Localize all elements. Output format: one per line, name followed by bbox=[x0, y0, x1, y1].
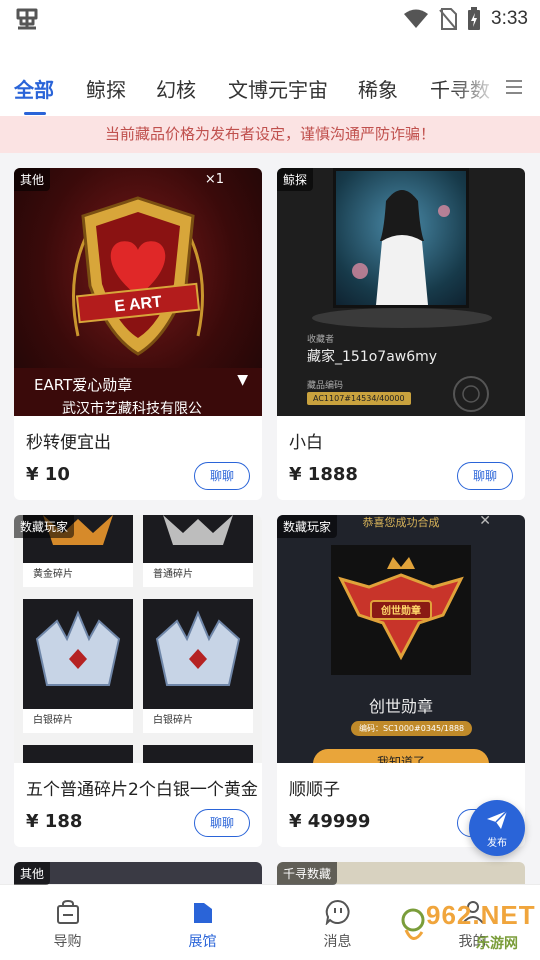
fragment-caption: 白银碎片 bbox=[23, 709, 133, 733]
listing-image[interactable]: 鲸探 收藏者 藏家_151o7aw6my 藏品编码 AC1107#14534/4… bbox=[277, 168, 525, 416]
listing-title: 小白 bbox=[289, 433, 323, 453]
menu-icon[interactable] bbox=[506, 80, 522, 94]
svg-text:创世勋章: 创世勋章 bbox=[380, 604, 421, 617]
battery-charging-icon bbox=[468, 7, 481, 30]
fraud-warning-banner: 当前藏品价格为发布者设定，谨慎沟通严防诈骗！ bbox=[0, 116, 540, 153]
medal-code: 编码：SC1000#0345/1888 bbox=[351, 721, 473, 736]
tab-wenbo[interactable]: 文博元宇宙 bbox=[228, 74, 328, 103]
listing-card[interactable]: 其他 ×1 E ART EART爱心勋章 ▼ 武汉市艺藏科技有限公 秒转便宜出 … bbox=[14, 168, 262, 500]
nav-gallery[interactable]: 展馆 bbox=[135, 885, 270, 960]
platform-badge: 鲸探 bbox=[277, 168, 314, 191]
medal-wings-icon: 创世勋章 bbox=[338, 557, 464, 661]
fragment-silver bbox=[23, 599, 133, 709]
gallery-icon bbox=[194, 903, 212, 923]
heart-shield-icon: E ART bbox=[72, 196, 204, 356]
chat-button[interactable]: 聊聊 bbox=[194, 462, 250, 490]
clock: 3:33 bbox=[491, 8, 528, 29]
watermark-text: 962.NET bbox=[426, 900, 536, 930]
watermark-subtext: 乐游网 bbox=[476, 936, 518, 952]
listing-image[interactable]: 数藏玩家 恭喜您成功合成 ✕ 创世勋章 创世勋章 编码：SC1000#0345/… bbox=[277, 515, 525, 763]
platform-badge: 其他 bbox=[14, 862, 51, 885]
active-tab-indicator bbox=[24, 112, 46, 115]
platform-badge: 千寻数藏 bbox=[277, 862, 338, 885]
no-sim-icon bbox=[439, 8, 458, 30]
listing-price: ¥ 10 bbox=[26, 464, 70, 485]
fragment-partial bbox=[143, 745, 253, 763]
publish-button[interactable]: 发布 bbox=[469, 800, 525, 856]
figure-art-icon bbox=[352, 190, 450, 305]
listing-card[interactable]: 鲸探 收藏者 藏家_151o7aw6my 藏品编码 AC1107#14534/4… bbox=[277, 168, 525, 500]
tab-xixiang[interactable]: 稀象 bbox=[358, 74, 398, 103]
acknowledge-button: 我知道了 bbox=[313, 749, 489, 763]
fragment-caption: 黄金碎片 bbox=[23, 563, 133, 587]
category-tabs: 全部 鲸探 幻核 文博元宇宙 稀象 千寻数 bbox=[0, 38, 540, 116]
message-icon bbox=[325, 899, 350, 925]
nav-label: 消息 bbox=[323, 934, 352, 950]
publish-label: 发布 bbox=[487, 838, 507, 849]
nav-label: 导购 bbox=[53, 934, 82, 950]
nav-messages[interactable]: 消息 bbox=[270, 885, 405, 960]
fragment-partial bbox=[23, 745, 133, 763]
listing-title: 顺顺子 bbox=[289, 780, 340, 800]
artwork-frame bbox=[333, 168, 469, 308]
badge-issuer: 武汉市艺藏科技有限公 bbox=[62, 401, 202, 416]
nav-guide[interactable]: 导购 bbox=[0, 885, 135, 960]
platform-badge: 数藏玩家 bbox=[277, 515, 338, 538]
listing-price: ¥ 49999 bbox=[289, 811, 371, 832]
platform-badge: 其他 bbox=[14, 168, 51, 191]
display-pedestal bbox=[312, 308, 492, 328]
common-fragment-icon bbox=[163, 515, 233, 545]
send-icon bbox=[487, 810, 508, 829]
listing-image[interactable]: 数藏玩家 黄金碎片 普通碎片 白银碎片 白银碎片 bbox=[14, 515, 262, 763]
listing-card[interactable]: 数藏玩家 黄金碎片 普通碎片 白银碎片 白银碎片 五个普通碎片2个白银一个黄金 … bbox=[14, 515, 262, 847]
tab-huanhe[interactable]: 幻核 bbox=[156, 74, 196, 103]
listing-price: ¥ 1888 bbox=[289, 464, 358, 485]
listing-title: 秒转便宜出 bbox=[26, 433, 111, 453]
quantity-label: ×1 bbox=[204, 172, 224, 187]
platform-badge: 数藏玩家 bbox=[14, 515, 75, 538]
seal-icon bbox=[453, 376, 489, 412]
collection-code: AC1107#14534/40000 bbox=[307, 392, 411, 405]
wifi-icon bbox=[404, 9, 429, 28]
silver-fragment-icon bbox=[35, 610, 121, 686]
site-watermark: 962.NET 乐游网 bbox=[400, 900, 540, 956]
chat-button[interactable]: 聊聊 bbox=[457, 462, 513, 490]
fragment-caption: 白银碎片 bbox=[143, 709, 253, 733]
chat-button[interactable]: 聊聊 bbox=[194, 809, 250, 837]
tab-fade bbox=[450, 68, 500, 108]
fragment-caption: 普通碎片 bbox=[143, 563, 253, 587]
listing-card[interactable]: 数藏玩家 恭喜您成功合成 ✕ 创世勋章 创世勋章 编码：SC1000#0345/… bbox=[277, 515, 525, 847]
owner-label: 收藏者 bbox=[307, 335, 335, 345]
status-bar: 3:33 bbox=[0, 0, 540, 38]
badge-title: EART爱心勋章 bbox=[34, 376, 133, 394]
bag-icon bbox=[57, 899, 79, 924]
nav-label: 展馆 bbox=[188, 934, 217, 950]
fragment-silver bbox=[143, 599, 253, 709]
fragment-common bbox=[143, 515, 253, 565]
watermark-logo-icon bbox=[401, 908, 425, 940]
silver-fragment-icon bbox=[155, 610, 241, 686]
bug-icon bbox=[16, 8, 38, 30]
medal-panel: 创世勋章 bbox=[331, 545, 471, 675]
code-label: 藏品编码 bbox=[307, 381, 344, 391]
caret-down-icon: ▼ bbox=[237, 372, 248, 388]
badge-caption: EART爱心勋章 ▼ 武汉市艺藏科技有限公 bbox=[14, 368, 262, 416]
medal-name: 创世勋章 bbox=[368, 697, 433, 716]
tab-all[interactable]: 全部 bbox=[14, 74, 54, 103]
owner-name: 藏家_151o7aw6my bbox=[307, 349, 438, 365]
listing-title: 五个普通碎片2个白银一个黄金 bbox=[26, 780, 258, 800]
listing-price: ¥ 188 bbox=[26, 811, 83, 832]
listing-image[interactable]: 其他 ×1 E ART EART爱心勋章 ▼ 武汉市艺藏科技有限公 bbox=[14, 168, 262, 416]
tab-jingtan[interactable]: 鲸探 bbox=[86, 74, 126, 103]
close-icon: ✕ bbox=[479, 515, 491, 529]
